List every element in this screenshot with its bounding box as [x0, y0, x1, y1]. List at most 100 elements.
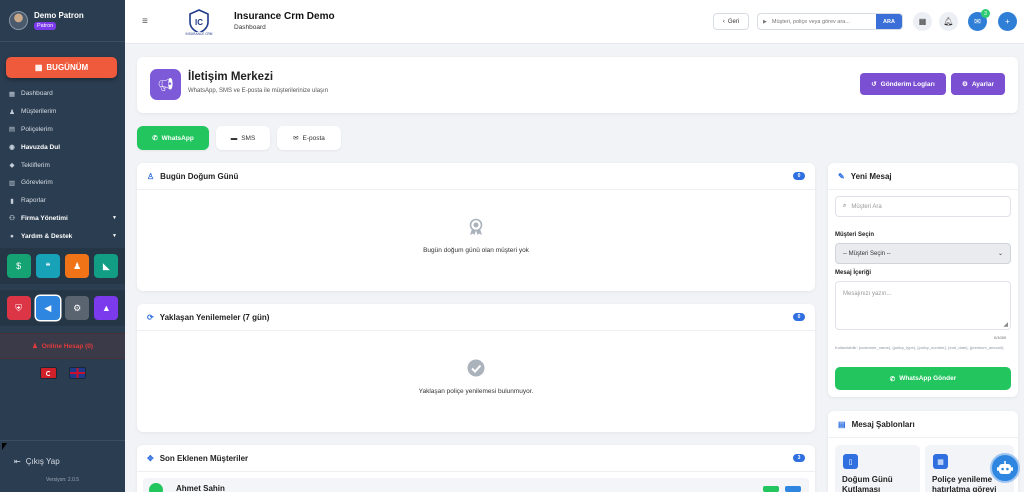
customer-select-value: -- Müşteri Seçin -- [843, 250, 891, 257]
sidebar-item-1[interactable]: ♟ Müşterilerim [0, 103, 125, 121]
tab-sms[interactable]: ▬ SMS [216, 126, 270, 150]
chevron-down-icon: ⌄ [997, 251, 1003, 257]
whatsapp-icon: ✆ [889, 375, 896, 383]
search-input[interactable] [771, 18, 876, 25]
send-logs-button[interactable]: ↺ Gönderim Logları [860, 73, 946, 95]
send-button-label: WhatsApp Gönder [899, 375, 957, 382]
today-label: BUGÜNÜM [46, 63, 89, 72]
recent-count-badge: 3 [793, 454, 805, 462]
sitemap-icon: ⚇ [9, 215, 15, 223]
chart-area-icon[interactable]: ◣ [94, 254, 119, 278]
chatbot-button[interactable] [990, 453, 1020, 483]
renewals-card-title: Yaklaşan Yenilemeler (7 gün) [159, 312, 270, 322]
sms-action-button[interactable] [785, 486, 801, 492]
customer-select[interactable]: -- Müşteri Seçin -- ⌄ [835, 243, 1011, 264]
sidebar-item-5[interactable]: ▥ Görevlerim [0, 174, 125, 192]
mail-icon[interactable]: ✉ 3 [968, 9, 990, 31]
tab-label: SMS [241, 134, 256, 142]
reminder-template-icon: ▦ [933, 454, 948, 469]
customer-search-input[interactable]: ⌕ Müşteri Ara [835, 196, 1011, 217]
file-text-icon: ▤ [838, 419, 846, 429]
money-icon[interactable]: $ [6, 254, 31, 278]
sidebar-item-label: Raporlar [21, 197, 46, 205]
plus-circle-icon[interactable]: + [998, 12, 1017, 31]
message-textarea[interactable]: Mesajınızı yazın... ◢ [835, 281, 1011, 330]
resize-handle-icon[interactable]: ◢ [1003, 321, 1008, 328]
graduation-cap-icon[interactable]: ▲ [94, 296, 119, 320]
hamburger-menu-icon[interactable]: ≡ [142, 16, 148, 27]
sidebar-item-label: Görevlerim [21, 179, 53, 187]
sync-icon: ⟳ [147, 312, 154, 322]
settings-button[interactable]: ⚙ Ayarlar [951, 73, 1005, 95]
search-button[interactable]: ARA [875, 14, 902, 29]
sidebar-item-label: Firma Yönetimi [21, 214, 68, 222]
sidebar-item-6[interactable]: ▮ Raporlar [0, 192, 125, 210]
sidebar-menu: ▦ Dashboard ♟ Müşterilerim ▤ Poliçelerim ◉ Havu… [0, 85, 125, 245]
top-header: ≡ IC INSURANCE CRM Insurance Crm Demo Da… [125, 0, 1024, 44]
tab-label: WhatsApp [161, 134, 194, 142]
sidebar-item-2[interactable]: ▤ Poliçelerim [0, 121, 125, 139]
sidebar-item-7[interactable]: ⚇ Firma Yönetimi ▼ [0, 210, 125, 228]
today-button[interactable]: ▦ BUGÜNÜM [6, 57, 117, 78]
mail-badge: 3 [981, 9, 990, 18]
whatsapp-icon: ✆ [152, 135, 158, 142]
users-icon: ♟ [9, 108, 15, 116]
template-card[interactable]: ▯ Doğum Günü Kutlaması [835, 445, 920, 492]
flag-uk-icon[interactable] [68, 367, 86, 379]
whatsapp-action-button[interactable] [763, 486, 779, 492]
birthday-count-badge: 0 [793, 172, 805, 180]
calculator-icon[interactable]: ▦ [913, 12, 932, 31]
quick-actions-row-1: $ ❝ ♟ ◣ [0, 248, 125, 284]
app-title: Insurance Crm Demo [234, 11, 335, 22]
send-logs-label: Gönderim Logları [880, 80, 935, 88]
message-placeholder: Mesajınızı yazın... [843, 291, 892, 297]
recent-customers-card: ✥ Son Eklenen Müşteriler 3 Ahmet Sahin [137, 445, 815, 492]
whatsapp-send-button[interactable]: ✆ WhatsApp Gönder [835, 367, 1011, 390]
sidebar-item-label: Müşterilerim [21, 108, 57, 116]
sidebar-item-4[interactable]: ◆ Tekliflerim [0, 156, 125, 174]
envelope-icon: ✉ [293, 135, 299, 142]
shield-icon[interactable]: ⛨ [6, 296, 31, 320]
gear-icon: ⚙ [962, 81, 968, 88]
calendar-icon: ▦ [34, 63, 43, 72]
version-text: Versiyon: 2.0.5 [45, 477, 80, 483]
pencil-icon: ✎ [838, 171, 845, 181]
recent-card-title: Son Eklenen Müşteriler [159, 453, 249, 463]
logout-button[interactable]: ⇤ Çıkış Yap [14, 457, 60, 466]
pool-icon: ◉ [9, 144, 15, 152]
online-label: Online Hesap (0) [41, 342, 94, 350]
mouse-cursor-icon [2, 443, 7, 450]
gear-icon[interactable]: ⚙ [65, 296, 90, 320]
user-tie-icon[interactable]: ♟ [65, 254, 90, 278]
communication-hero: 📢︎ İletişim Merkezi WhatsApp, SMS ve E-p… [137, 57, 1018, 113]
variables-hint: Kullanılabilir: {customer_name}, {policy… [835, 345, 1004, 350]
tab-whatsapp[interactable]: ✆ WhatsApp [137, 126, 209, 150]
megaphone-icon: 📢︎ [150, 69, 181, 100]
users-icon: ✥ [147, 453, 154, 463]
renewals-count-badge: 0 [793, 313, 805, 321]
page-subtitle: WhatsApp, SMS ve E-posta ile müşterileri… [188, 88, 329, 94]
sidebar-item-8[interactable]: ● Yardım & Destek ▼ [0, 227, 125, 245]
birthday-card: ♙ Bugün Doğum Günü 0 Bugün doğum günü ol… [137, 163, 815, 291]
char-counter: 0/1000 [994, 335, 1007, 340]
sidebar-item-0[interactable]: ▦ Dashboard [0, 85, 125, 103]
megaphone-icon[interactable]: ◀ [35, 296, 60, 320]
file-icon: ▤ [8, 126, 16, 134]
settings-label: Ayarlar [971, 80, 994, 88]
bell-icon[interactable]: 🔔︎ [939, 12, 958, 31]
sidebar-item-3[interactable]: ◉ Havuzda Dul [0, 138, 125, 156]
chat-icon[interactable]: ❝ [35, 254, 60, 278]
table-row[interactable]: Ahmet Sahin [143, 478, 809, 492]
calendar-icon: ▥ [8, 179, 16, 187]
online-accounts[interactable]: ♟ Online Hesap (0) [0, 333, 125, 359]
templates-title: Mesaj Şablonları [851, 419, 915, 429]
avatar [149, 483, 163, 492]
user-profile[interactable]: Demo Patron Patron [0, 0, 125, 42]
back-button[interactable]: ‹ Geri [713, 13, 749, 30]
tab-e-posta[interactable]: ✉ E-posta [277, 126, 341, 150]
chevron-left-icon: ‹ [722, 18, 725, 25]
award-icon [469, 218, 483, 235]
sidebar-item-label: Dashboard [21, 90, 53, 98]
flag-tr-icon[interactable] [39, 367, 57, 379]
company-logo: IC INSURANCE CRM [179, 9, 220, 36]
